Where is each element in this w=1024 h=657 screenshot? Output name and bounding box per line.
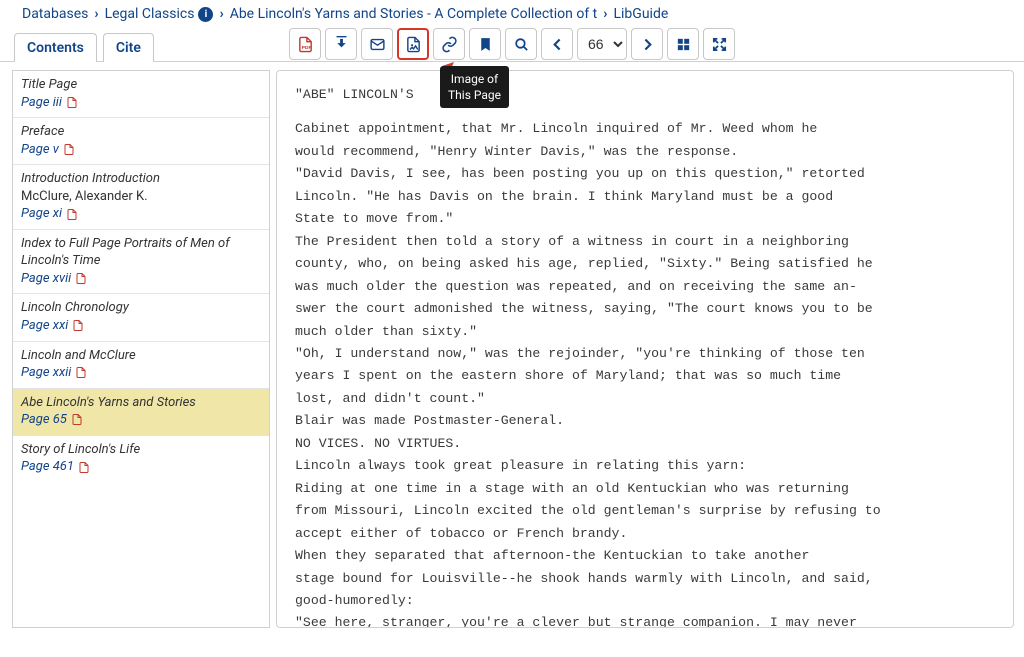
main-layout: Title PagePage iii PrefacePage v Introdu… xyxy=(0,62,1024,628)
page-select[interactable]: 66 xyxy=(577,28,627,60)
reader-line: State to move from." xyxy=(295,209,1003,229)
tooltip-line: This Page xyxy=(448,87,501,103)
toc-item[interactable]: Index to Full Page Portraits of Men of L… xyxy=(13,230,269,295)
reader-line: accept either of tobacco or French brand… xyxy=(295,524,1003,544)
reader-line: When they separated that afternoon-the K… xyxy=(295,546,1003,566)
toc-sidebar: Title PagePage iii PrefacePage v Introdu… xyxy=(12,70,270,628)
reader-line: Blair was made Postmaster-General. xyxy=(295,411,1003,431)
reader-line: much older than sixty." xyxy=(295,322,1003,342)
toc-item[interactable]: PrefacePage v xyxy=(13,118,269,165)
breadcrumb-book-title[interactable]: Abe Lincoln's Yarns and Stories - A Comp… xyxy=(230,6,598,22)
reader-line: from Missouri, Lincoln excited the old g… xyxy=(295,501,1003,521)
chevron-right-icon: › xyxy=(90,6,102,22)
prev-page-icon[interactable] xyxy=(541,28,573,60)
toc-item[interactable]: Abe Lincoln's Yarns and StoriesPage 65 xyxy=(13,389,269,436)
toc-item[interactable]: Story of Lincoln's LifePage 461 xyxy=(13,436,269,482)
reader-line: years I spent on the eastern shore of Ma… xyxy=(295,366,1003,386)
image-of-page-icon[interactable] xyxy=(397,28,429,60)
tab-bar: Contents Cite PDF 66 xyxy=(0,32,1024,62)
toolbar: PDF 66 xyxy=(289,28,735,60)
reader-line: Riding at one time in a stage with an ol… xyxy=(295,479,1003,499)
breadcrumb-legal-classics[interactable]: Legal Classics xyxy=(105,6,195,22)
breadcrumb-databases[interactable]: Databases xyxy=(22,6,88,22)
grid-view-icon[interactable] xyxy=(667,28,699,60)
toc-item[interactable]: Lincoln ChronologyPage xxi xyxy=(13,294,269,341)
reader-line: Lincoln. "He has Davis on the brain. I t… xyxy=(295,187,1003,207)
reader-line: lost, and didn't count." xyxy=(295,389,1003,409)
reader-line: NO VICES. NO VIRTUES. xyxy=(295,434,1003,454)
reader-line: "Oh, I understand now," was the rejoinde… xyxy=(295,344,1003,364)
toc-item[interactable]: Lincoln and McClurePage xxii xyxy=(13,342,269,389)
tab-cite[interactable]: Cite xyxy=(103,33,154,62)
email-icon[interactable] xyxy=(361,28,393,60)
search-icon[interactable] xyxy=(505,28,537,60)
reader-line: The President then told a story of a wit… xyxy=(295,232,1003,252)
reader-line: "See here, stranger, you're a clever but… xyxy=(295,613,1003,628)
image-of-page-tooltip: Image of This Page xyxy=(440,66,509,108)
reader-line: Lincoln always took great pleasure in re… xyxy=(295,456,1003,476)
chevron-right-icon: › xyxy=(599,6,611,22)
download-icon[interactable] xyxy=(325,28,357,60)
reader-line: Cabinet appointment, that Mr. Lincoln in… xyxy=(295,119,1003,139)
bookmark-icon[interactable] xyxy=(469,28,501,60)
tooltip-line: Image of xyxy=(448,71,501,87)
reader-line: "David Davis, I see, has been posting yo… xyxy=(295,164,1003,184)
reader-line: would recommend, "Henry Winter Davis," w… xyxy=(295,142,1003,162)
next-page-icon[interactable] xyxy=(631,28,663,60)
reader-pane: "ABE" LINCOLN'S Cabinet appointment, that… xyxy=(276,70,1014,628)
reader-line: was much older the question was repeated… xyxy=(295,277,1003,297)
fullscreen-icon[interactable] xyxy=(703,28,735,60)
toc-item[interactable]: Introduction IntroductionMcClure, Alexan… xyxy=(13,165,269,230)
reader-line: swer the court admonished the witness, s… xyxy=(295,299,1003,319)
breadcrumb-libguide[interactable]: LibGuide xyxy=(613,6,668,22)
reader-header: "ABE" LINCOLN'S xyxy=(295,85,1003,105)
chevron-right-icon: › xyxy=(215,6,227,22)
reader-line: county, who, on being asked his age, rep… xyxy=(295,254,1003,274)
reader-line: stage bound for Louisville--he shook han… xyxy=(295,569,1003,589)
tab-contents[interactable]: Contents xyxy=(14,33,97,62)
pdf-icon[interactable]: PDF xyxy=(289,28,321,60)
toc-item[interactable]: Title PagePage iii xyxy=(13,71,269,118)
permalink-icon[interactable] xyxy=(433,28,465,60)
svg-text:PDF: PDF xyxy=(301,44,311,50)
info-icon[interactable]: i xyxy=(198,7,213,22)
reader-line: good-humoredly: xyxy=(295,591,1003,611)
